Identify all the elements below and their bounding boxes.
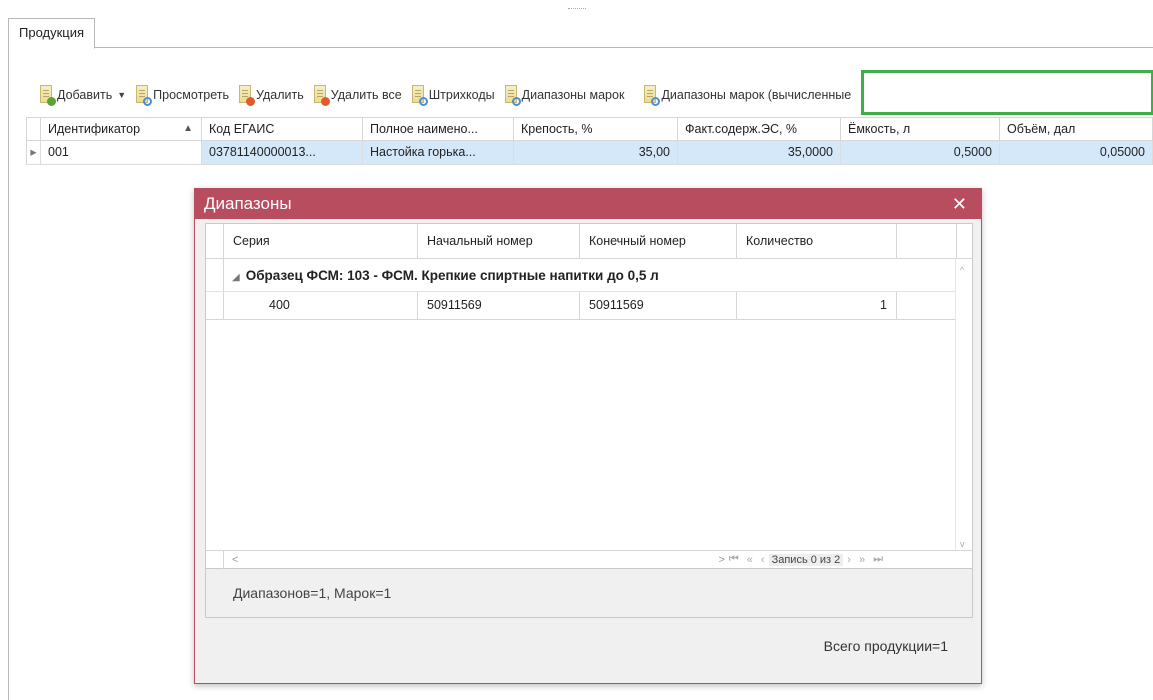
view-document-icon — [134, 84, 153, 106]
ranges-indicator-header — [206, 224, 224, 258]
cell-series[interactable]: 400 — [224, 292, 418, 319]
cell-start-number[interactable]: 50911569 — [418, 292, 580, 319]
table-row[interactable]: ▸ 001 03781140000013... Настойка горька.… — [26, 141, 1153, 165]
splitter-grip[interactable] — [568, 8, 586, 10]
stamp-ranges-button-label: Диапазоны марок — [521, 88, 625, 102]
group-row[interactable]: ◢ Образец ФСМ: 103 - ФСМ. Крепкие спиртны… — [206, 259, 972, 292]
ranges-summary: Диапазонов=1, Марок=1 — [205, 569, 973, 618]
delete-document-icon — [237, 84, 256, 106]
delete-button[interactable]: Удалить — [233, 80, 308, 110]
cell-name[interactable]: Настойка горька... — [363, 141, 514, 165]
ranges-grid-header: Серия Начальный номер Конечный номер Кол… — [206, 224, 972, 259]
calculated-stamp-ranges-button[interactable]: Диапазоны марок (вычисленные — [638, 80, 855, 110]
ranges-grid: Серия Начальный номер Конечный номер Кол… — [205, 223, 973, 569]
column-header-name[interactable]: Полное наимено... — [363, 117, 514, 141]
column-header-id-label: Идентификатор — [48, 122, 141, 136]
data-row-indicator — [206, 292, 224, 319]
delete-all-button-label: Удалить все — [330, 88, 402, 102]
last-record-icon[interactable]: ⏭ — [873, 553, 883, 566]
scroll-up-icon[interactable]: ^ — [960, 265, 964, 275]
group-indicator — [206, 259, 224, 291]
vertical-scrollbar[interactable]: ^ v — [955, 259, 972, 553]
panel-border — [8, 48, 9, 700]
column-header-strength[interactable]: Крепость, % — [514, 117, 678, 141]
previous-page-icon[interactable]: « — [747, 554, 753, 566]
barcodes-button-label: Штрихкоды — [428, 88, 495, 102]
delete-button-label: Удалить — [256, 88, 304, 102]
list-item[interactable]: 400 50911569 50911569 1 — [206, 292, 972, 320]
ranges-dialog: Диапазоны ✕ Серия Начальный номер Конечн… — [194, 188, 982, 684]
add-button-label: Добавить — [57, 88, 113, 102]
cell-strength[interactable]: 35,00 — [514, 141, 678, 165]
tab-strip: Продукция — [8, 18, 1153, 49]
cell-egais[interactable]: 03781140000013... — [202, 141, 363, 165]
scroll-right-icon[interactable]: > — [718, 554, 724, 566]
cell-end-number[interactable]: 50911569 — [580, 292, 737, 319]
cell-actual[interactable]: 35,0000 — [678, 141, 841, 165]
cell-volume[interactable]: 0,05000 — [1000, 141, 1153, 165]
column-header-empty — [897, 224, 957, 258]
column-header-end-number[interactable]: Конечный номер — [580, 224, 737, 258]
add-button[interactable]: Добавить ▼ — [34, 80, 130, 110]
cell-empty — [897, 292, 957, 319]
barcodes-button[interactable]: Штрихкоды — [406, 80, 499, 110]
column-header-id[interactable]: Идентификатор ▲ — [41, 117, 202, 141]
next-record-icon[interactable]: › — [847, 554, 851, 566]
column-header-series[interactable]: Серия — [224, 224, 418, 258]
pager-indicator — [206, 550, 224, 569]
record-counter: Запись 0 из 2 — [768, 553, 844, 566]
dialog-title: Диапазоны — [204, 194, 292, 213]
calculated-ranges-document-icon — [642, 84, 661, 106]
calculated-stamp-ranges-button-label: Диапазоны марок (вычисленные — [661, 88, 852, 102]
cell-count[interactable]: 1 — [737, 292, 897, 319]
first-record-icon[interactable]: ⏮ — [729, 553, 739, 566]
column-header-capacity[interactable]: Ёмкость, л — [841, 117, 1000, 141]
ranges-document-icon — [503, 84, 521, 106]
pager-bar: < > ⏮ « ‹ Запись 0 из 2 › » ⏭ — [206, 550, 972, 569]
toolbar: Добавить ▼ Просмотреть Удалить Удалить в… — [34, 80, 855, 110]
next-page-icon[interactable]: » — [859, 554, 865, 566]
view-button[interactable]: Просмотреть — [130, 80, 233, 110]
products-total: Всего продукции=1 — [823, 638, 948, 654]
row-indicator-arrow-icon: ▸ — [26, 141, 41, 165]
scroll-down-icon[interactable]: v — [960, 539, 965, 549]
column-header-volume[interactable]: Объём, дал — [1000, 117, 1153, 141]
scroll-left-icon[interactable]: < — [232, 554, 238, 566]
column-header-count[interactable]: Количество — [737, 224, 897, 258]
delete-all-button[interactable]: Удалить все — [308, 80, 406, 110]
group-row-text: ◢ Образец ФСМ: 103 - ФСМ. Крепкие спиртны… — [224, 259, 659, 291]
products-grid: Идентификатор ▲ Код ЕГАИС Полное наимено.… — [26, 117, 1153, 165]
row-indicator-header — [26, 117, 41, 141]
tab-products[interactable]: Продукция — [8, 18, 96, 49]
grid-header: Идентификатор ▲ Код ЕГАИС Полное наимено.… — [26, 117, 1153, 141]
dialog-title-bar[interactable]: Диапазоны ✕ — [195, 189, 981, 219]
collapse-triangle-icon[interactable]: ◢ — [232, 272, 240, 283]
cell-capacity[interactable]: 0,5000 — [841, 141, 1000, 165]
barcodes-document-icon — [410, 84, 428, 106]
view-button-label: Просмотреть — [153, 88, 230, 102]
group-label: Образец ФСМ: 103 - ФСМ. Крепкие спиртные… — [245, 268, 659, 283]
cell-id[interactable]: 001 — [41, 141, 202, 165]
close-icon[interactable]: ✕ — [952, 189, 967, 219]
sort-ascending-icon: ▲ — [183, 123, 193, 134]
highlight-frame — [861, 70, 1153, 115]
column-header-egais[interactable]: Код ЕГАИС — [202, 117, 363, 141]
column-header-start-number[interactable]: Начальный номер — [418, 224, 580, 258]
add-document-icon — [38, 84, 56, 106]
previous-record-icon[interactable]: ‹ — [761, 554, 765, 566]
stamp-ranges-button[interactable]: Диапазоны марок — [499, 80, 629, 110]
chevron-down-icon: ▼ — [117, 90, 127, 100]
column-header-actual[interactable]: Факт.содерж.ЭС, % — [678, 117, 841, 141]
delete-all-document-icon — [312, 84, 330, 106]
